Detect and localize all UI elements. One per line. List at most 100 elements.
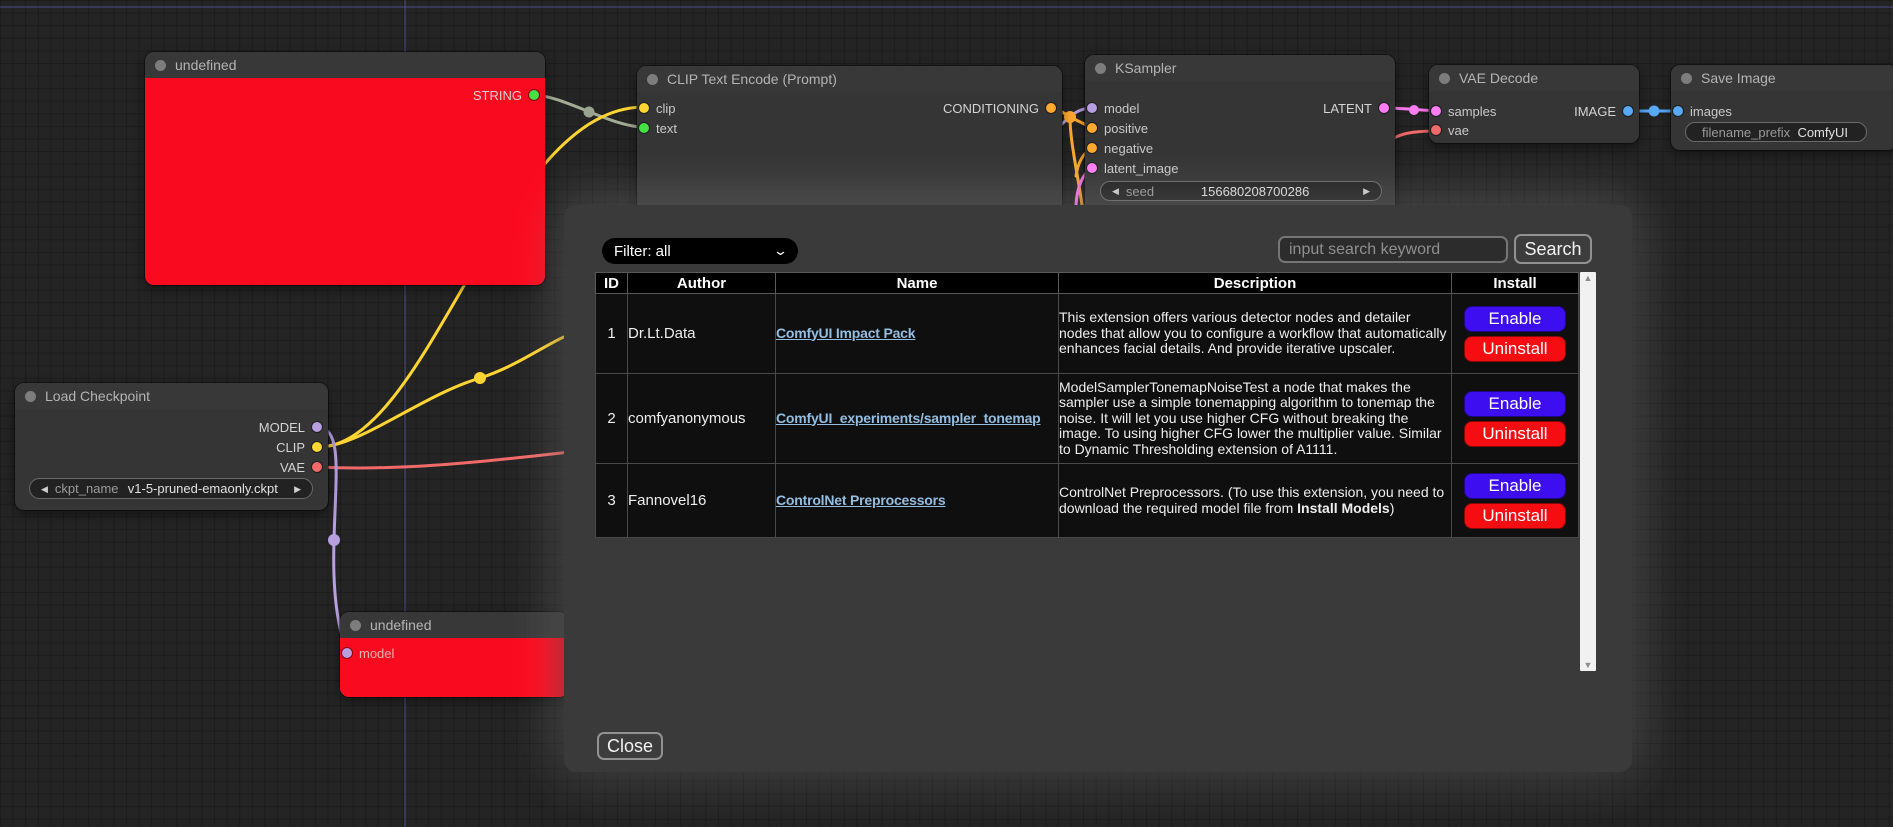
input-dot-images[interactable]	[1673, 106, 1683, 116]
output-slot-latent[interactable]: LATENT	[1323, 100, 1389, 116]
scroll-up-icon[interactable]: ▲	[1584, 272, 1593, 284]
output-slot-model[interactable]: MODEL	[259, 419, 322, 435]
output-dot-model[interactable]	[312, 422, 322, 432]
node-title-bar[interactable]: VAE Decode	[1429, 65, 1639, 91]
output-dot-vae[interactable]	[312, 462, 322, 472]
output-slot-string[interactable]: STRING	[473, 87, 539, 103]
increment-arrow-icon[interactable]: ▶	[1356, 181, 1377, 201]
enable-button[interactable]: Enable	[1464, 473, 1566, 499]
search-button[interactable]: Search	[1514, 234, 1592, 264]
enable-button[interactable]: Enable	[1464, 391, 1566, 417]
table-scrollbar[interactable]: ▲ ▼	[1580, 272, 1596, 671]
input-dot-model[interactable]	[1087, 103, 1097, 113]
input-slot-vae[interactable]: vae	[1431, 122, 1469, 138]
input-slot-images[interactable]: images	[1673, 103, 1732, 119]
node-save-image[interactable]: Save Image images filename_prefix ComfyU…	[1671, 65, 1893, 150]
node-collapse-icon[interactable]	[1095, 63, 1106, 74]
input-slot-negative[interactable]: negative	[1087, 140, 1153, 156]
node-title-bar[interactable]: CLIP Text Encode (Prompt)	[637, 66, 1062, 92]
node-body: model positive negative latent_image LAT…	[1085, 81, 1395, 217]
node-collapse-icon[interactable]	[1439, 73, 1450, 84]
comfyui-canvas[interactable]: undefined STRING CLIP Text Encode (Promp…	[0, 0, 1893, 827]
output-dot-image[interactable]	[1623, 106, 1633, 116]
extension-link[interactable]: ComfyUI_experiments/sampler_tonemap	[776, 410, 1041, 426]
slot-label: IMAGE	[1574, 104, 1616, 119]
node-collapse-icon[interactable]	[647, 74, 658, 85]
widget-value: v1-5-pruned-emaonly.ckpt	[119, 481, 288, 496]
node-title-bar[interactable]: KSampler	[1085, 55, 1395, 81]
input-slot-positive[interactable]: positive	[1087, 120, 1148, 136]
wire-vae-left	[318, 452, 570, 468]
node-vae-decode[interactable]: VAE Decode samples vae IMAGE	[1429, 65, 1639, 143]
node-collapse-icon[interactable]	[25, 391, 36, 402]
input-dot-negative[interactable]	[1087, 143, 1097, 153]
seed-widget[interactable]: ◀ seed 156680208700286 ▶	[1100, 181, 1382, 201]
node-undefined-top[interactable]: undefined STRING	[145, 52, 545, 285]
uninstall-button[interactable]: Uninstall	[1464, 336, 1566, 362]
filename-prefix-widget[interactable]: filename_prefix ComfyUI	[1685, 122, 1867, 142]
node-undefined-bottom[interactable]: undefined model	[340, 612, 568, 697]
description-text: )	[1390, 500, 1395, 516]
node-collapse-icon[interactable]	[155, 60, 166, 71]
table-row: 3 Fannovel16 ControlNet Preprocessors Co…	[596, 464, 1579, 538]
node-collapse-icon[interactable]	[350, 620, 361, 631]
node-ksampler[interactable]: KSampler model positive negative latent_…	[1085, 55, 1395, 217]
header-name: Name	[776, 273, 1059, 294]
uninstall-button[interactable]: Uninstall	[1464, 421, 1566, 447]
input-dot-positive[interactable]	[1087, 123, 1097, 133]
output-dot-string[interactable]	[529, 90, 539, 100]
extensions-table: ID Author Name Description Install 1 Dr.…	[595, 272, 1579, 538]
header-description: Description	[1059, 273, 1452, 294]
input-dot-vae[interactable]	[1431, 125, 1441, 135]
search-input[interactable]	[1278, 236, 1508, 263]
output-dot-latent[interactable]	[1379, 103, 1389, 113]
output-dot-conditioning[interactable]	[1046, 103, 1056, 113]
node-title-bar[interactable]: undefined	[145, 52, 545, 78]
custom-nodes-manager-dialog: Filter: all ⌄ Search ID Author Name Desc…	[564, 205, 1632, 772]
cell-install: Enable Uninstall	[1452, 374, 1579, 464]
slot-label: text	[656, 121, 677, 136]
close-button[interactable]: Close	[597, 732, 663, 760]
input-dot-model[interactable]	[342, 648, 352, 658]
slot-label: VAE	[280, 460, 305, 475]
node-title-bar[interactable]: Load Checkpoint	[15, 383, 328, 409]
node-clip-text-encode[interactable]: CLIP Text Encode (Prompt) clip text COND…	[637, 66, 1062, 216]
widget-name: filename_prefix	[1690, 125, 1790, 140]
input-dot-clip[interactable]	[639, 103, 649, 113]
output-slot-image[interactable]: IMAGE	[1574, 103, 1633, 119]
input-dot-samples[interactable]	[1431, 106, 1441, 116]
extension-link[interactable]: ControlNet Preprocessors	[776, 492, 945, 508]
filter-select[interactable]: Filter: all ⌄	[602, 238, 798, 264]
slot-label: STRING	[473, 88, 522, 103]
input-slot-latent-image[interactable]: latent_image	[1087, 160, 1178, 176]
output-dot-clip[interactable]	[312, 442, 322, 452]
uninstall-button[interactable]: Uninstall	[1464, 503, 1566, 529]
output-slot-clip[interactable]: CLIP	[276, 439, 322, 455]
node-title-bar[interactable]: undefined	[340, 612, 568, 638]
output-slot-conditioning[interactable]: CONDITIONING	[943, 100, 1056, 116]
extension-link[interactable]: ComfyUI Impact Pack	[776, 325, 915, 341]
output-slot-vae[interactable]: VAE	[280, 459, 322, 475]
node-load-checkpoint[interactable]: Load Checkpoint MODEL CLIP VAE ◀ ckpt_na…	[15, 383, 328, 510]
ckpt-name-widget[interactable]: ◀ ckpt_name v1-5-pruned-emaonly.ckpt ▶	[29, 478, 313, 499]
enable-button[interactable]: Enable	[1464, 306, 1566, 332]
input-dot-text[interactable]	[639, 123, 649, 133]
node-body: images filename_prefix ComfyUI	[1671, 91, 1893, 150]
input-dot-latent-image[interactable]	[1087, 163, 1097, 173]
input-slot-samples[interactable]: samples	[1431, 103, 1496, 119]
input-slot-model[interactable]: model	[342, 645, 394, 661]
decrement-arrow-icon[interactable]: ◀	[1105, 181, 1126, 201]
increment-arrow-icon[interactable]: ▶	[287, 479, 308, 499]
node-title-bar[interactable]: Save Image	[1671, 65, 1893, 91]
widget-name: seed	[1126, 184, 1154, 199]
table-row: 1 Dr.Lt.Data ComfyUI Impact Pack This ex…	[596, 294, 1579, 374]
cell-install: Enable Uninstall	[1452, 464, 1579, 538]
node-collapse-icon[interactable]	[1681, 73, 1692, 84]
input-slot-model[interactable]: model	[1087, 100, 1139, 116]
cell-author: Fannovel16	[628, 464, 776, 538]
slot-label: model	[359, 646, 394, 661]
decrement-arrow-icon[interactable]: ◀	[34, 479, 55, 499]
scroll-down-icon[interactable]: ▼	[1584, 659, 1593, 671]
input-slot-text[interactable]: text	[639, 120, 677, 136]
input-slot-clip[interactable]: clip	[639, 100, 676, 116]
